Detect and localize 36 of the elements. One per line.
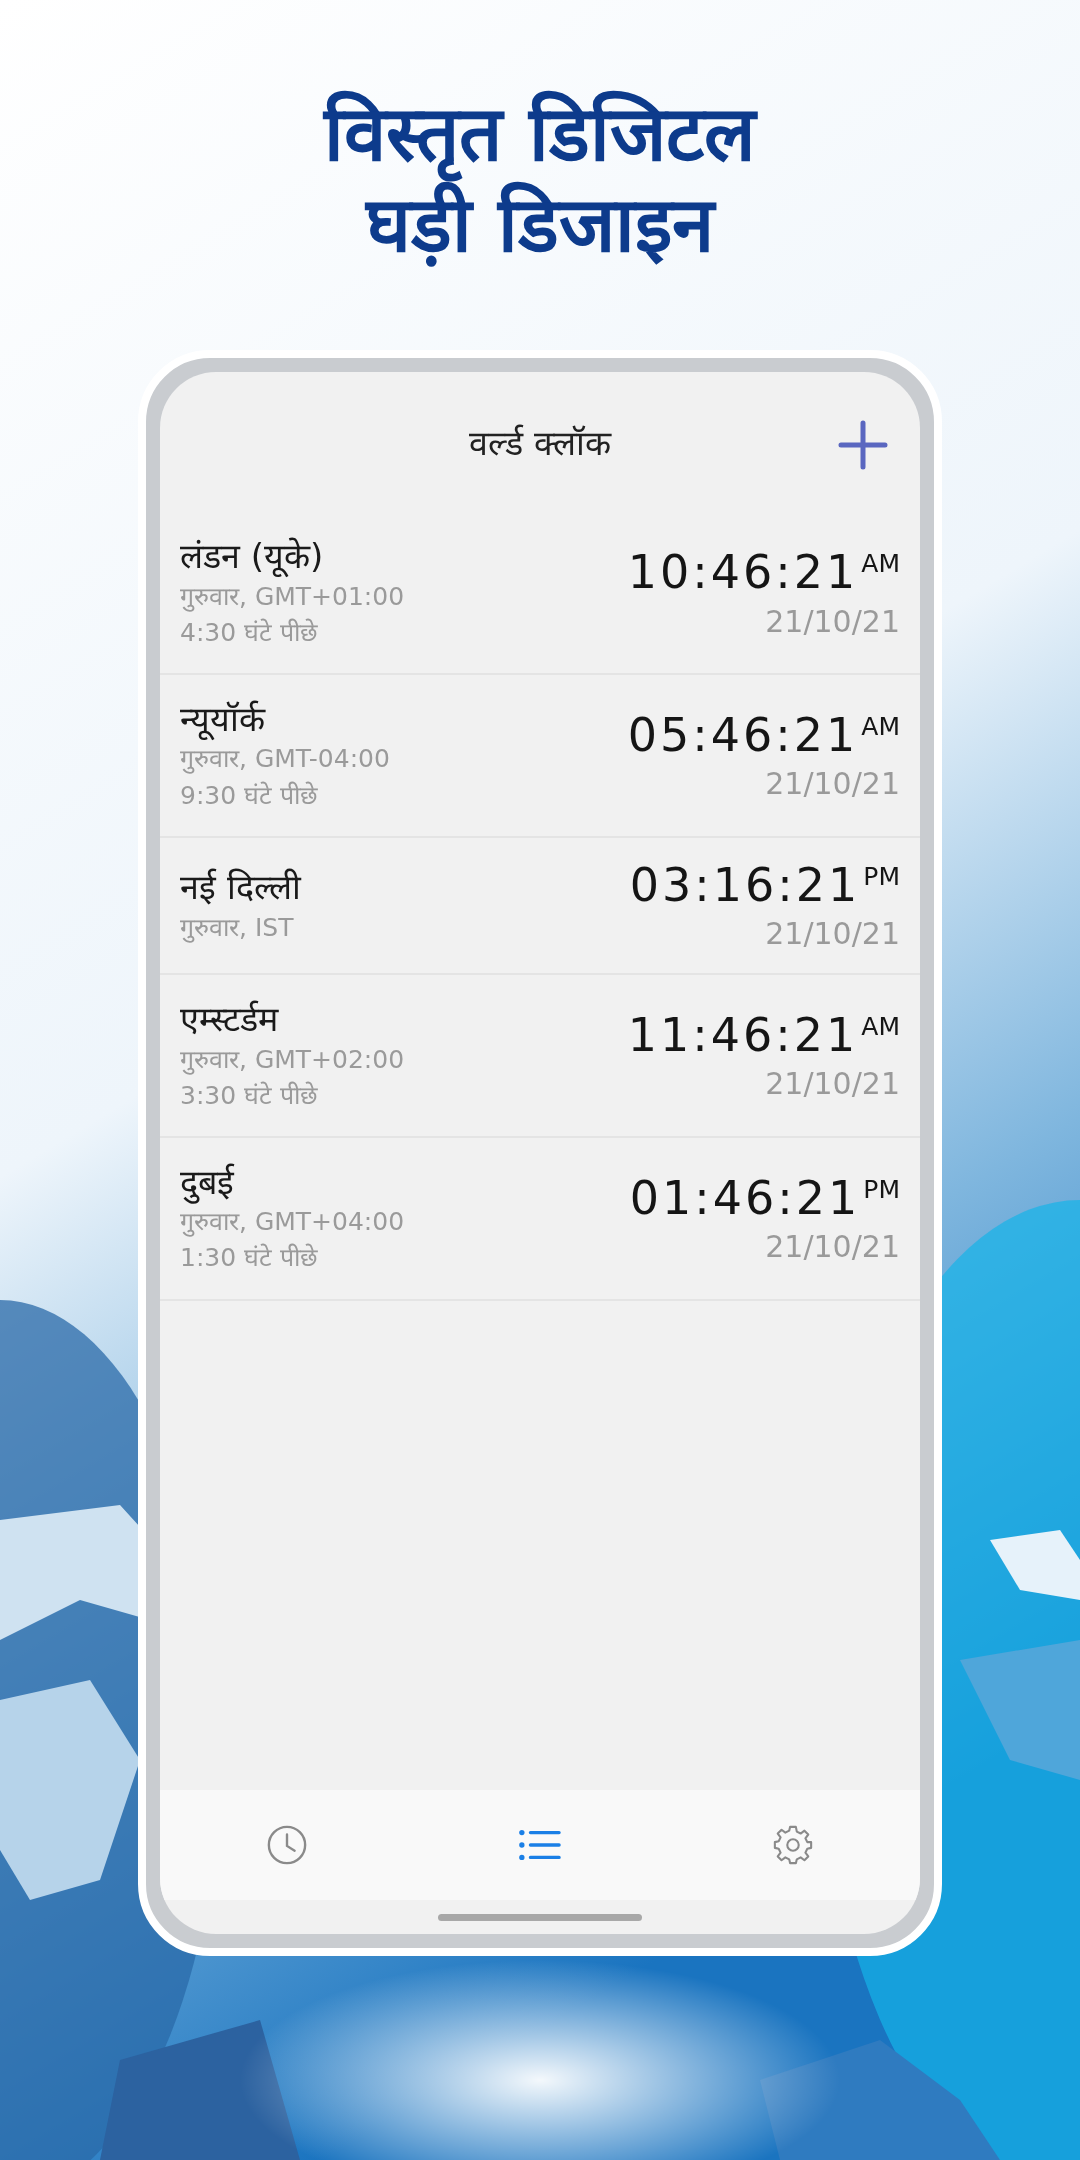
city-name: न्यूयॉर्क [180,698,267,742]
period-text: PM [863,861,900,891]
home-indicator[interactable] [438,1913,642,1921]
date-text: 21/10/21 [765,916,900,952]
period-text: PM [863,1174,900,1204]
offset-text: 9:30 घंटे पीछे [180,779,320,812]
date-text: 21/10/21 [765,1229,900,1265]
time-text: 03:16:21 [629,859,861,911]
city-name: नई दिल्ली [180,866,301,910]
offset-text: 4:30 घंटे पीछे [180,616,320,649]
period-text: AM [861,548,900,578]
time-text: 01:46:21 [629,1172,861,1224]
timezone-text: गुरुवार, GMT+02:00 [180,1043,405,1077]
timezone-text: गुरुवार, GMT+01:00 [180,580,405,614]
period-text: AM [861,1011,900,1041]
offset-text: 1:30 घंटे पीछे [180,1242,320,1275]
time-text: 05:46:21 [627,709,859,761]
timezone-text: गुरुवार, GMT-04:00 [180,743,390,776]
clock-icon[interactable] [265,1824,308,1867]
timezone-text: गुरुवार, IST [180,911,295,945]
date-text: 21/10/21 [765,766,900,802]
screen-title: वर्ल्ड क्लॉक [469,422,611,466]
date-text: 21/10/21 [765,1066,900,1102]
timezone-text: गुरुवार, GMT+04:00 [180,1206,405,1239]
city-name: एम्स्टर्डम [180,998,280,1042]
settings-icon[interactable] [772,1824,815,1867]
city-name: दुबई [180,1161,236,1205]
time-text: 11:46:21 [627,1009,859,1061]
period-text: AM [861,711,900,741]
offset-text: 3:30 घंटे पीछे [180,1079,320,1112]
time-text: 10:46:21 [627,546,859,598]
headline: घड़ी डिजाइन [365,180,715,271]
add-icon[interactable] [838,420,888,471]
headline: विस्तृत डिजिटल [324,88,756,180]
city-name: लंडन (यूके) [180,535,325,579]
date-text: 21/10/21 [765,603,900,639]
